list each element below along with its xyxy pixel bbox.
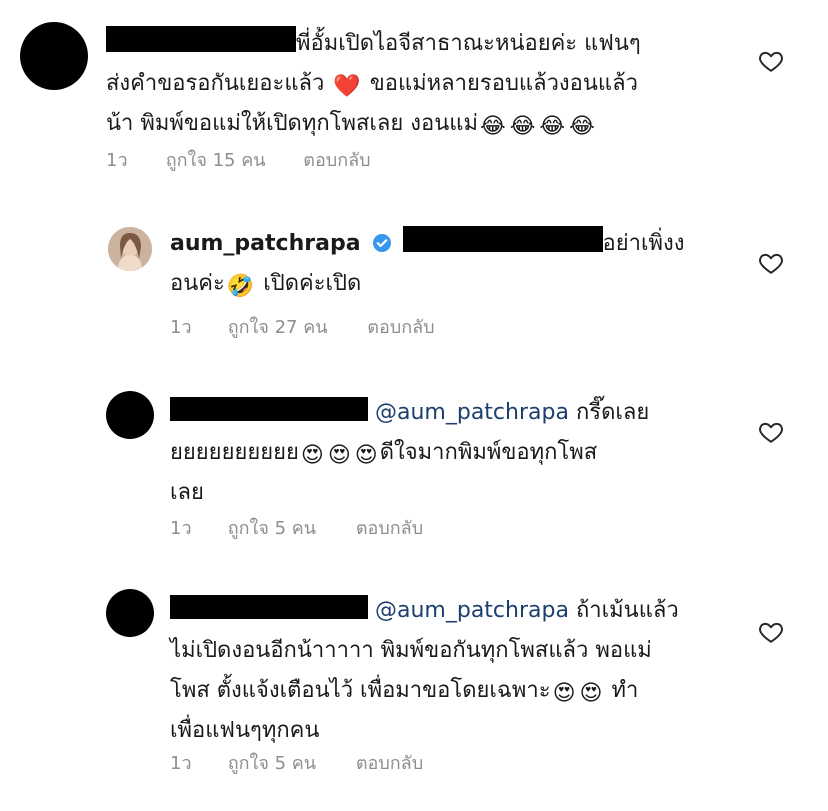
heart-eyes-emoji: 😍	[552, 681, 576, 706]
comment-line: ขอแม่หลายรอบแล้วงอนแล้ว	[369, 71, 638, 96]
heart-eyes-emoji: 😍	[354, 443, 378, 468]
comment-line: อนค่ะ	[170, 271, 225, 296]
comment-line: ส่งคำขอรอกันเยอะแล้ว	[106, 71, 325, 96]
comment-meta: 1ว ถูกใจ 27 คน ตอบกลับ	[170, 312, 435, 341]
comment-line: เปิดค่ะเปิด	[263, 271, 362, 296]
reply-button[interactable]: ตอบกลับ	[356, 748, 423, 777]
avatar[interactable]	[106, 391, 154, 439]
comment-line: อย่าเพิ่งง	[602, 231, 685, 256]
comment-text: @aum_patchrapa กรี๊ดเลย ยยยยยยยยยย😍 😍 😍ดีใ…	[170, 393, 730, 513]
comment-line: ถ้าเม้นแล้ว	[575, 598, 679, 623]
comment-4: @aum_patchrapa ถ้าเม้นแล้ว ไม่เปิดงอนอีก…	[0, 575, 828, 811]
likes-count[interactable]: ถูกใจ 27 คน	[228, 312, 328, 341]
comment-3: @aum_patchrapa กรี๊ดเลย ยยยยยยยยยย😍 😍 😍ดีใ…	[0, 375, 828, 555]
comment-meta: 1ว ถูกใจ 5 คน ตอบกลับ	[170, 748, 423, 777]
username[interactable]: aum_patchrapa	[170, 231, 361, 256]
comment-line: ทำ	[611, 678, 639, 703]
comment-meta: 1ว ถูกใจ 5 คน ตอบกลับ	[170, 513, 423, 542]
comment-line: เพื่อแฟนๆทุกคน	[170, 718, 320, 743]
heart-eyes-emoji: 😍	[327, 443, 351, 468]
comment-line: พี่อั้มเปิดไอจีสาธาณะหน่อยค่ะ แฟนๆ	[296, 31, 641, 56]
comment-text: aum_patchrapa อย่าเพิ่งง อนค่ะ🤣 เปิดค่ะเ…	[170, 224, 730, 304]
comment-line: ดีใจมากพิมพ์ขอทุกโพส	[379, 440, 598, 465]
timestamp: 1ว	[170, 317, 192, 338]
laugh-emoji: 😂	[539, 114, 566, 139]
likes-count[interactable]: ถูกใจ 15 คน	[166, 145, 266, 174]
redacted-username	[170, 397, 368, 421]
avatar[interactable]	[20, 22, 88, 90]
comment-line: กรี๊ดเลย	[575, 400, 650, 425]
laugh-emoji: 😂	[509, 114, 536, 139]
comment-meta: 1ว ถูกใจ 15 คน ตอบกลับ	[106, 145, 371, 174]
heart-eyes-emoji: 😍	[300, 443, 324, 468]
timestamp: 1ว	[170, 753, 192, 774]
timestamp: 1ว	[170, 518, 192, 539]
laugh-emoji: 😂	[479, 114, 506, 139]
like-heart-icon[interactable]	[758, 250, 784, 276]
comment-line: น้า พิมพ์ขอแม่ให้เปิดทุกโพสเลย งอนแม่	[106, 111, 478, 136]
laugh-emoji: 😂	[569, 114, 595, 139]
comment-text: พี่อั้มเปิดไอจีสาธาณะหน่อยค่ะ แฟนๆ ส่งคำ…	[106, 24, 726, 144]
like-heart-icon[interactable]	[758, 619, 784, 645]
likes-count[interactable]: ถูกใจ 5 คน	[228, 748, 316, 777]
reply-button[interactable]: ตอบกลับ	[356, 513, 423, 542]
redacted-username	[106, 26, 296, 52]
comment-line: เลย	[170, 480, 204, 505]
comment-2: aum_patchrapa อย่าเพิ่งง อนค่ะ🤣 เปิดค่ะเ…	[0, 190, 828, 350]
redacted-username	[402, 226, 603, 252]
mention-link[interactable]: @aum_patchrapa	[375, 598, 569, 623]
reply-button[interactable]: ตอบกลับ	[303, 145, 370, 174]
like-heart-icon[interactable]	[758, 48, 784, 74]
heart-eyes-emoji: 😍	[579, 681, 603, 706]
like-heart-icon[interactable]	[758, 419, 784, 445]
comment-line: ยยยยยยยยยย	[170, 440, 299, 465]
redacted-username	[170, 595, 368, 619]
avatar[interactable]	[106, 589, 154, 637]
rofl-emoji: 🤣	[226, 274, 255, 299]
comment-1: พี่อั้มเปิดไอจีสาธาณะหน่อยค่ะ แฟนๆ ส่งคำ…	[0, 0, 828, 180]
reply-button[interactable]: ตอบกลับ	[367, 312, 434, 341]
mention-link[interactable]: @aum_patchrapa	[375, 400, 569, 425]
timestamp: 1ว	[106, 150, 128, 171]
comment-line: โพส ตั้งแจ้งเตือนไว้ เพื่อมาขอโดยเฉพาะ	[170, 678, 551, 703]
verified-badge-icon	[372, 227, 392, 252]
likes-count[interactable]: ถูกใจ 5 คน	[228, 513, 316, 542]
comment-text: @aum_patchrapa ถ้าเม้นแล้ว ไม่เปิดงอนอีก…	[170, 591, 750, 751]
avatar[interactable]	[108, 227, 152, 271]
comment-line: ไม่เปิดงอนอีกน้าาาาา พิมพ์ขอกันทุกโพสแล้…	[170, 638, 652, 663]
red-heart-emoji: ❤️	[333, 74, 361, 99]
